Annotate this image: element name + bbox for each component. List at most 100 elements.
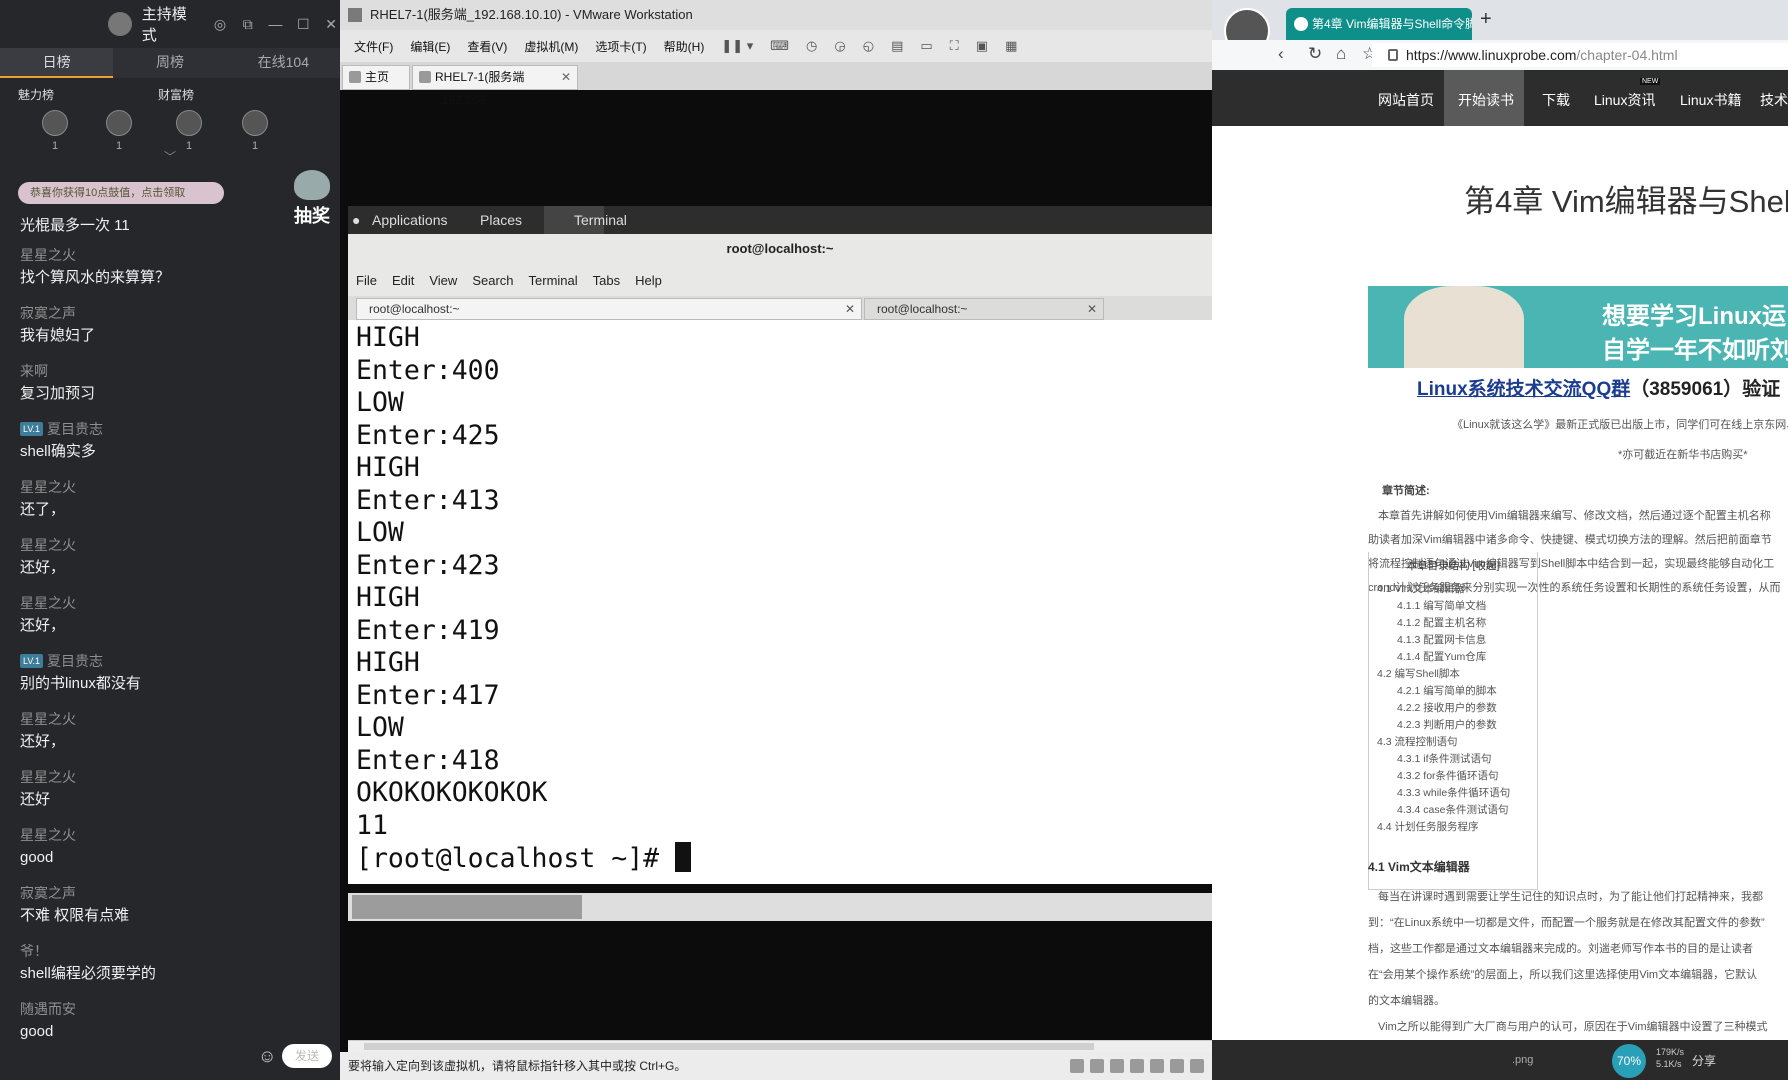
printer-icon[interactable] [1170,1059,1184,1073]
rank-avatar[interactable] [242,110,268,136]
toc-item[interactable]: 4.1.4 配置Yum仓库 [1369,649,1537,666]
chat-username[interactable]: 星星之火 [20,824,330,846]
hdd-icon[interactable] [1070,1059,1084,1073]
minimize-icon[interactable]: — [267,16,285,32]
toc-item[interactable]: 4.3.2 for条件循环语句 [1369,768,1537,785]
view-thumbnail-icon[interactable]: ▦ [1005,38,1017,54]
reload-icon[interactable]: ↻ [1308,44,1322,64]
browser-tab[interactable]: 第4章 Vim编辑器与Shell命令脚 [1286,8,1472,40]
chat-username[interactable]: 寂寞之声 [20,302,330,324]
chat-username[interactable]: 星星之火 [20,766,330,788]
rank-avatar[interactable] [176,110,202,136]
rank-avatar[interactable] [106,110,132,136]
nav-read[interactable]: 开始读书 [1458,90,1514,110]
horizontal-scrollbar[interactable] [348,1040,1212,1052]
terminal-menu-edit[interactable]: Edit [392,273,414,288]
new-tab-icon[interactable]: + [1480,8,1492,31]
back-icon[interactable]: ‹ [1278,44,1284,64]
chat-username[interactable]: 随遇而安 [20,998,330,1020]
toc-item[interactable]: 4.2 编写Shell脚本 [1369,666,1537,683]
guest-window-button[interactable] [352,895,582,919]
toc-title[interactable]: 本章目录结构 [收起] [1369,558,1537,573]
snapshot-manager-icon[interactable]: ◵ [863,38,874,54]
chat-username[interactable]: 星星之火 [20,534,330,556]
menu-file[interactable]: 文件(F) [354,38,393,55]
toc-item[interactable]: 4.3.3 while条件循环语句 [1369,785,1537,802]
chat-username[interactable]: 星星之火 [20,592,330,614]
view-fullscreen-icon[interactable]: ⛶ [950,38,959,54]
nav-home[interactable]: 网站首页 [1378,90,1434,110]
home-icon[interactable]: ⌂ [1336,44,1346,64]
close-tab-icon[interactable]: ✕ [1087,299,1097,319]
scrollbar-thumb[interactable] [364,1043,1094,1050]
toc-item[interactable]: 4.1.2 配置主机名称 [1369,615,1537,632]
terminal-taskbutton[interactable]: Terminal [544,206,627,234]
toc-item[interactable]: 4.4 计划任务服务程序 [1369,819,1537,836]
close-tab-icon[interactable]: ✕ [561,66,571,89]
terminal-menu-terminal[interactable]: Terminal [529,273,578,288]
toc-item[interactable]: 4.1 Vim文本编辑器 [1369,581,1537,598]
toc-item[interactable]: 4.2.2 接收用户的参数 [1369,700,1537,717]
toc-item[interactable]: 4.1.3 配置网卡信息 [1369,632,1537,649]
share-button[interactable]: 分享 [1692,1052,1716,1069]
display-icon[interactable] [1190,1059,1204,1073]
menu-vm[interactable]: 虚拟机(M) [524,38,578,55]
cdrom-icon[interactable] [1090,1059,1104,1073]
send-keys-icon[interactable]: ⌨ [770,38,789,54]
chat-username[interactable]: 星星之火 [20,708,330,730]
terminal-menu-help[interactable]: Help [635,273,662,288]
chevron-down-icon[interactable]: ﹀ [164,148,176,165]
rank-avatar[interactable] [42,110,68,136]
nav-books[interactable]: Linux书籍 [1680,90,1741,110]
chat-username[interactable]: 寂寞之声 [20,882,330,904]
toc-item[interactable]: 4.3 流程控制语句 [1369,734,1537,751]
chat-username[interactable]: 星星之火 [20,476,330,498]
nav-news[interactable]: Linux资讯 [1594,90,1655,110]
usb-icon[interactable] [1130,1059,1144,1073]
host-avatar[interactable] [108,12,132,36]
terminal-menu-view[interactable]: View [429,273,457,288]
terminal-tab-1[interactable]: root@localhost:~ ✕ [356,298,862,320]
terminal-menu-search[interactable]: Search [472,273,513,288]
places-menu[interactable]: Places [480,206,522,234]
menu-help[interactable]: 帮助(H) [664,38,705,55]
popout-icon[interactable]: ⧉ [239,16,257,33]
tab-home[interactable]: 主页 [342,65,410,90]
qq-group-link[interactable]: Linux系统技术交流QQ群 [1417,379,1630,400]
snapshot-icon[interactable]: ◷ [806,38,817,54]
emoji-icon[interactable]: ☺ [258,1046,276,1067]
chat-username[interactable]: 爷！ [20,940,330,962]
terminal-tab-2[interactable]: root@localhost:~ ✕ [864,298,1104,320]
toc-item[interactable]: 4.3.4 case条件测试语句 [1369,802,1537,819]
terminal-output[interactable]: HIGH Enter:400 LOW Enter:425 HIGH Enter:413 LO… [348,320,1212,875]
close-icon[interactable]: ✕ [322,16,340,33]
maximize-icon[interactable]: ☐ [294,16,312,33]
toc-item[interactable]: 4.3.1 if条件测试语句 [1369,751,1537,768]
chat-username[interactable]: 星星之火 [20,244,330,266]
chat-username[interactable]: LV.1 夏目贵志 [20,650,330,672]
terminal-menu-file[interactable]: File [356,273,377,288]
taskbar-file[interactable]: .png [1512,1054,1533,1066]
toc-item[interactable]: 4.2.1 编写简单的脚本 [1369,683,1537,700]
ad-banner[interactable]: 想要学习Linux运 自学一年不如听刘 [1368,286,1788,368]
close-tab-icon[interactable]: ✕ [845,299,855,319]
reward-notice[interactable]: 恭喜你获得10点鼓值，点击领取 [18,182,224,204]
terminal-menu-tabs[interactable]: Tabs [593,273,620,288]
pause-icon[interactable]: ❚❚ ▾ [721,38,753,54]
menu-edit[interactable]: 编辑(E) [410,38,450,55]
tab-vm[interactable]: RHEL7-1(服务端_192.168.... ✕ [412,65,578,107]
view-console-icon[interactable]: ▭ [920,38,932,54]
terminal-window[interactable]: root@localhost:~ File Edit View Search T… [348,234,1212,884]
snapshot-restore-icon[interactable]: ◶ [834,38,845,54]
url-field[interactable]: https://www.linuxprobe.com/chapter-04.ht… [1372,43,1788,67]
cpu-meter[interactable]: 70% [1612,1044,1646,1078]
tab-online[interactable]: 在线104 [226,48,340,78]
tab-daily[interactable]: 日榜 [0,48,114,78]
view-sidebar-icon[interactable]: ▤ [891,38,903,54]
nav-download[interactable]: 下载 [1542,90,1570,110]
view-unity-icon[interactable]: ▣ [976,38,988,54]
toc-item[interactable]: 4.2.3 判断用户的参数 [1369,717,1537,734]
settings-icon[interactable]: ◎ [211,16,229,33]
toc-item[interactable]: 4.1.1 编写简单文档 [1369,598,1537,615]
send-button[interactable]: 发送 [282,1044,332,1068]
